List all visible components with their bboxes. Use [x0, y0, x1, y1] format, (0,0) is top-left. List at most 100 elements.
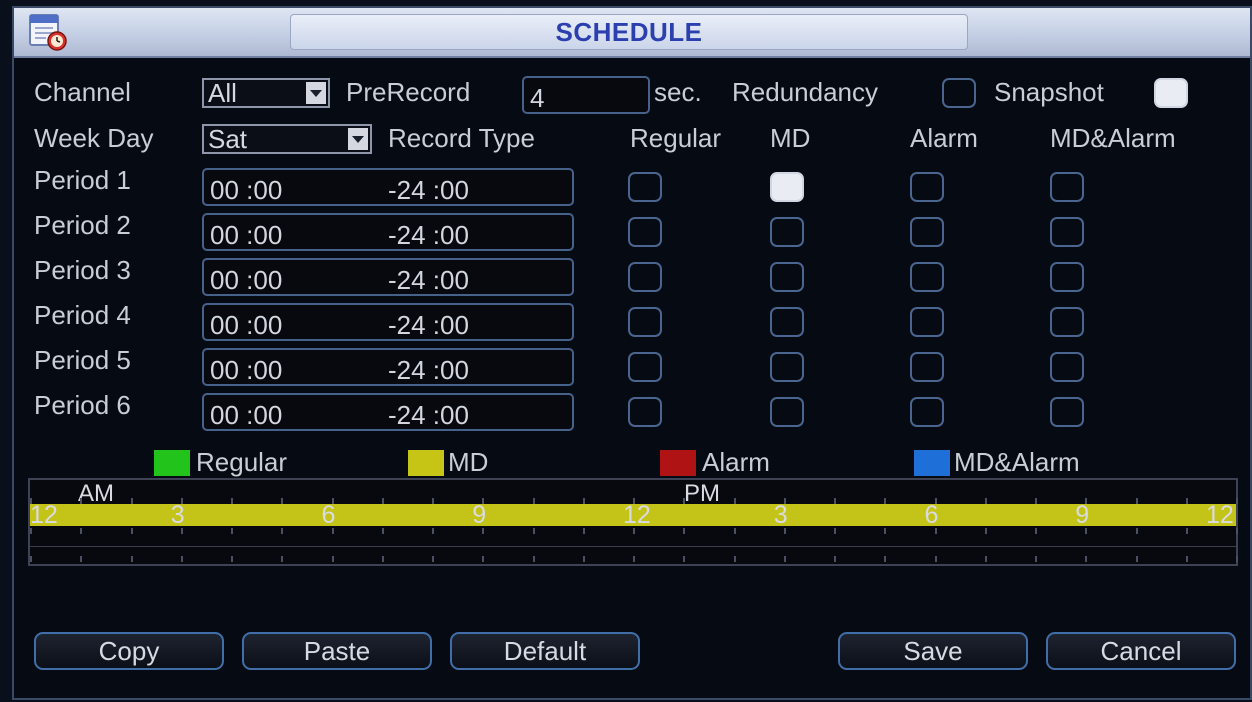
period-4-regular-checkbox[interactable] — [628, 307, 662, 337]
period-end-time[interactable]: -24 :00 — [388, 176, 469, 204]
prerecord-input[interactable]: 4 — [522, 76, 650, 114]
cancel-button[interactable]: Cancel — [1046, 632, 1236, 670]
save-button[interactable]: Save — [838, 632, 1028, 670]
timeline-hour-label: 12 — [623, 501, 651, 529]
timeline-tick — [532, 528, 535, 534]
period-6-alarm-checkbox[interactable] — [910, 397, 944, 427]
period-time-range[interactable]: 00 :00 -24 :00 — [202, 393, 574, 431]
timeline-tick — [733, 498, 736, 504]
timeline-tick — [934, 498, 937, 504]
period-3-regular-checkbox[interactable] — [628, 262, 662, 292]
chevron-down-icon[interactable] — [348, 128, 368, 150]
period-time-range[interactable]: 00 :00 -24 :00 — [202, 168, 574, 206]
timeline-hour-label: 3 — [170, 501, 185, 529]
timeline-tick — [432, 498, 434, 504]
period-end-time[interactable]: -24 :00 — [388, 356, 469, 384]
redundancy-checkbox[interactable] — [942, 78, 976, 108]
timeline-tick — [331, 498, 334, 504]
chevron-down-icon[interactable] — [306, 82, 326, 104]
timeline-tick — [884, 498, 887, 504]
timeline-tick — [180, 498, 183, 504]
period-1-alarm-checkbox[interactable] — [910, 172, 944, 202]
default-button[interactable]: Default — [450, 632, 640, 670]
period-3-md-alarm-checkbox[interactable] — [1050, 262, 1084, 292]
timeline-tick — [884, 528, 887, 534]
period-1-md-checkbox[interactable] — [770, 172, 804, 202]
timeline-tick — [130, 556, 133, 562]
timeline-hour-label: 9 — [472, 501, 487, 529]
timeline-hour-label: 3 — [773, 501, 788, 529]
period-start-time[interactable]: 00 :00 — [210, 266, 282, 294]
timeline-tick — [984, 528, 987, 534]
period-5-alarm-checkbox[interactable] — [910, 352, 944, 382]
timeline-hour-label: 6 — [924, 501, 939, 529]
period-end-time[interactable]: -24 :00 — [388, 311, 469, 339]
timeline-hour-label: 9 — [1075, 501, 1090, 529]
period-1-regular-checkbox[interactable] — [628, 172, 662, 202]
timeline-tick — [733, 528, 736, 534]
period-start-time[interactable]: 00 :00 — [210, 401, 282, 429]
period-2-alarm-checkbox[interactable] — [910, 217, 944, 247]
period-start-time[interactable]: 00 :00 — [210, 311, 282, 339]
period-6-md-checkbox[interactable] — [770, 397, 804, 427]
timeline-tick — [582, 556, 585, 562]
period-time-range[interactable]: 00 :00 -24 :00 — [202, 303, 574, 341]
period-1-md-alarm-checkbox[interactable] — [1050, 172, 1084, 202]
timeline-tick — [633, 498, 635, 504]
period-time-range[interactable]: 00 :00 -24 :00 — [202, 258, 574, 296]
paste-button[interactable]: Paste — [242, 632, 432, 670]
timeline-tick — [532, 556, 535, 562]
period-time-range[interactable]: 00 :00 -24 :00 — [202, 348, 574, 386]
timeline-hour-label: 12 — [1206, 501, 1234, 529]
timeline-divider — [30, 546, 1236, 547]
period-5-md-checkbox[interactable] — [770, 352, 804, 382]
period-end-time[interactable]: -24 :00 — [388, 266, 469, 294]
timeline-tick — [733, 556, 736, 562]
period-2-regular-checkbox[interactable] — [628, 217, 662, 247]
period-end-time[interactable]: -24 :00 — [388, 221, 469, 249]
timeline-tick — [482, 528, 485, 534]
period-start-time[interactable]: 00 :00 — [210, 356, 282, 384]
timeline-tick — [231, 498, 233, 504]
timeline-tick — [130, 498, 133, 504]
period-start-time[interactable]: 00 :00 — [210, 176, 282, 204]
timeline-tick — [582, 498, 585, 504]
period-end-time[interactable]: -24 :00 — [388, 401, 469, 429]
weekday-select[interactable]: Sat — [202, 124, 372, 154]
period-time-range[interactable]: 00 :00 -24 :00 — [202, 213, 574, 251]
period-6-regular-checkbox[interactable] — [628, 397, 662, 427]
snapshot-checkbox[interactable] — [1154, 78, 1188, 108]
schedule-timeline: AM PM 12 3 6 9 12 3 6 9 12 — [28, 478, 1238, 566]
period-4-md-alarm-checkbox[interactable] — [1050, 307, 1084, 337]
timeline-tick — [834, 556, 836, 562]
page-title: SCHEDULE — [555, 16, 703, 47]
legend-swatch-regular — [154, 450, 190, 476]
timeline-tick — [30, 498, 32, 504]
period-5-regular-checkbox[interactable] — [628, 352, 662, 382]
timeline-tick — [281, 556, 284, 562]
timeline-tick — [180, 556, 183, 562]
period-3-alarm-checkbox[interactable] — [910, 262, 944, 292]
period-4-alarm-checkbox[interactable] — [910, 307, 944, 337]
timeline-tick — [834, 528, 836, 534]
schedule-window: SCHEDULE Channel All PreRecord 4 sec. Re… — [12, 6, 1252, 700]
copy-button[interactable]: Copy — [34, 632, 224, 670]
channel-select[interactable]: All — [202, 78, 330, 108]
legend-label-regular: Regular — [196, 447, 288, 477]
period-6-md-alarm-checkbox[interactable] — [1050, 397, 1084, 427]
timeline-tick — [1236, 556, 1238, 562]
period-start-time[interactable]: 00 :00 — [210, 221, 282, 249]
timeline-tick — [482, 556, 485, 562]
timeline-tick — [30, 556, 32, 562]
period-3-md-checkbox[interactable] — [770, 262, 804, 292]
timeline-tick — [1236, 528, 1238, 534]
period-2-md-alarm-checkbox[interactable] — [1050, 217, 1084, 247]
period-5-md-alarm-checkbox[interactable] — [1050, 352, 1084, 382]
record-type-label: Record Type — [388, 123, 535, 153]
timeline-tick — [683, 528, 686, 534]
period-4-md-checkbox[interactable] — [770, 307, 804, 337]
timeline-tick — [1035, 528, 1037, 534]
period-2-md-checkbox[interactable] — [770, 217, 804, 247]
timeline-tick — [281, 528, 284, 534]
period-label: Period 1 — [34, 165, 131, 195]
